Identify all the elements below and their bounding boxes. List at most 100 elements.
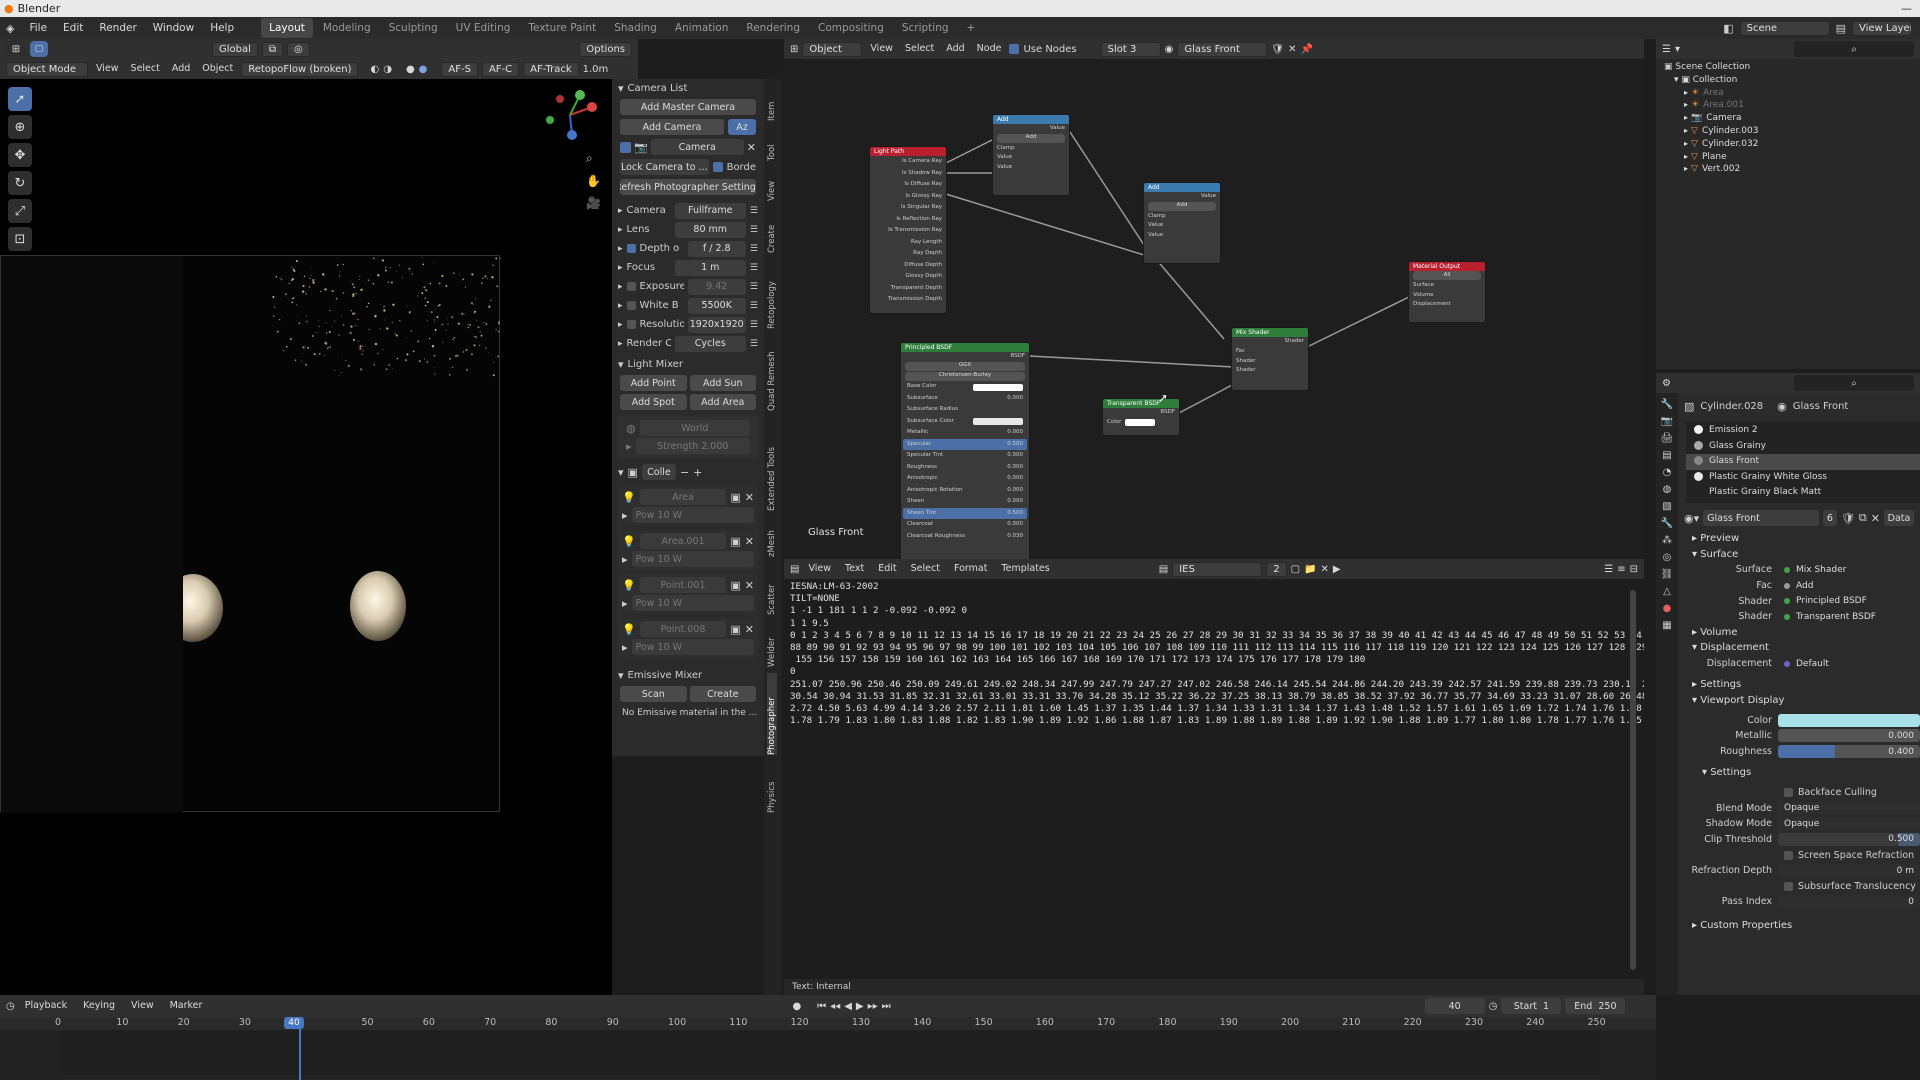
side-tab-retopology[interactable]: Retopology	[767, 259, 777, 329]
fake-user-icon[interactable]: 🛡	[1841, 512, 1855, 525]
expand-arrow-icon[interactable]: ▸	[622, 509, 628, 522]
timeline-menu-playback[interactable]: Playback	[19, 995, 73, 1017]
expand-arrow-icon[interactable]: ▸	[618, 320, 623, 330]
list-icon[interactable]: ☰	[750, 206, 758, 216]
tab-animation[interactable]: Animation	[667, 18, 737, 38]
node-menu-view[interactable]: View	[866, 38, 897, 60]
side-tab-tool[interactable]: Tool	[767, 127, 777, 161]
surface-shader-field[interactable]: Mix Shader	[1778, 563, 1920, 577]
setting-value[interactable]: 80 mm	[674, 221, 746, 238]
viewport-menu-add[interactable]: Add	[168, 58, 194, 80]
cursor-tool[interactable]: ⊕	[8, 115, 32, 139]
color-swatch[interactable]	[973, 418, 1023, 426]
node-menu-select[interactable]: Select	[901, 38, 938, 60]
next-key-icon[interactable]: ▸▸	[868, 1001, 878, 1012]
frame-cursor-label[interactable]: 40	[284, 1017, 304, 1029]
sss-translucency-row[interactable]: Subsurface Translucency	[1678, 878, 1920, 894]
transparent-bsdf-node[interactable]: Transparent BSDF BSDF Color	[1102, 398, 1180, 436]
render-tab-icon[interactable]: 📷	[1661, 416, 1673, 427]
af-c-button[interactable]: AF-C	[481, 61, 520, 77]
light-path-node[interactable]: Light Path Is Camera Ray Is Shadow Ray Is …	[869, 146, 947, 314]
outliner-item[interactable]: ▸ ▽ Cylinder.003	[1656, 125, 1920, 138]
scan-button[interactable]: Scan	[620, 686, 687, 702]
physics-tab-icon[interactable]: ◎	[1663, 552, 1672, 563]
side-tab-create[interactable]: Create	[767, 207, 777, 253]
expand-arrow-icon[interactable]: ▸	[618, 263, 623, 273]
delete-icon[interactable]: ✕	[745, 535, 754, 548]
displacement-field[interactable]: Default	[1778, 657, 1920, 671]
enable-checkbox[interactable]	[626, 320, 636, 329]
expand-arrow-icon[interactable]: ▸	[618, 301, 623, 311]
node-input-row[interactable]: Base Color	[903, 381, 1027, 393]
use-nodes-checkbox[interactable]	[1009, 44, 1020, 54]
timeline-menu-keying[interactable]: Keying	[77, 995, 121, 1017]
timeline-menu-view[interactable]: View	[125, 995, 160, 1017]
sort-az-icon[interactable]: Az	[728, 119, 756, 135]
add-spot-button[interactable]: Add Spot	[620, 394, 687, 410]
lock-camera-button[interactable]: Lock Camera to ...	[620, 159, 709, 175]
close-icon[interactable]: ✕	[1288, 44, 1296, 55]
timeline-ruler[interactable]: 0 10 20 30 50 60 70 80 90 100 110 120 130 140 150 160 17…	[0, 1017, 1656, 1030]
output-tab-icon[interactable]: 🖨	[1661, 433, 1674, 444]
duplicate-icon[interactable]: ⧉	[1859, 511, 1867, 525]
node-input-row[interactable]: Specular Tint 0.000	[903, 450, 1027, 462]
play-icon[interactable]: ▶	[856, 1001, 864, 1012]
jump-start-icon[interactable]: ⏮	[817, 1001, 826, 1012]
list-icon[interactable]: ☰	[750, 244, 758, 254]
constraints-tab-icon[interactable]: ⛓	[1661, 569, 1674, 580]
text-menu-select[interactable]: Select	[906, 558, 945, 580]
node-input-row[interactable]: Sheen Tint 0.500	[903, 507, 1027, 520]
view-gizmo-icon[interactable]: ◐	[370, 64, 379, 75]
material-slot[interactable]: Plastic Grainy Black Matt	[1686, 485, 1920, 501]
pan-hand-icon[interactable]: ✋	[586, 174, 601, 188]
expand-arrow-icon[interactable]: ▸	[618, 206, 623, 216]
pin-icon[interactable]: 📌	[1300, 44, 1312, 55]
delete-icon[interactable]: ✕	[745, 491, 754, 504]
ssr-checkbox[interactable]	[1784, 850, 1793, 860]
menu-file[interactable]: File	[22, 17, 54, 39]
volume-section[interactable]: ▸ Volume	[1678, 625, 1920, 641]
add-workspace-button[interactable]: +	[959, 18, 984, 38]
clamp-checkbox[interactable]: Clamp	[993, 144, 1069, 154]
material-datablock-field[interactable]: Glass Front	[1703, 510, 1819, 526]
side-tab-view[interactable]: View	[767, 167, 777, 201]
refraction-depth-field[interactable]: 0 m	[1778, 864, 1920, 878]
expand-arrow-icon[interactable]: ▸	[622, 641, 628, 654]
light-power[interactable]: Pow 10 W	[631, 551, 754, 567]
material-tab-icon[interactable]: ●	[1663, 603, 1672, 614]
color-swatch[interactable]	[973, 383, 1023, 391]
data-tab-icon[interactable]: △	[1663, 586, 1671, 597]
node-input-row[interactable]: Anisotropic Rotation 0.000	[903, 485, 1027, 497]
expand-arrow-icon[interactable]: ▸	[618, 339, 623, 349]
expand-arrow-icon[interactable]: ▸	[618, 244, 623, 254]
blend-mode-dropdown[interactable]: Opaque	[1778, 801, 1920, 815]
viewport-color-swatch[interactable]	[1778, 713, 1920, 727]
open-folder-icon[interactable]: 📁	[1304, 564, 1316, 575]
properties-search[interactable]: ⌕	[1794, 375, 1914, 391]
current-frame-field[interactable]: 40	[1424, 998, 1485, 1014]
clip-threshold-field[interactable]: 0.500	[1778, 832, 1920, 846]
operation-dropdown[interactable]: Add	[997, 133, 1065, 143]
view-layer-selector[interactable]: View Layer	[1852, 20, 1912, 36]
world-field[interactable]: World	[639, 420, 750, 436]
proportional-edit[interactable]: ◎	[287, 41, 310, 57]
viewport-menu-view[interactable]: View	[92, 58, 123, 80]
preview-section[interactable]: ▸ Preview	[1678, 531, 1920, 547]
transform-orientation[interactable]: Global	[212, 41, 258, 57]
outliner-item[interactable]: ▸ ☀ Area.001	[1656, 99, 1920, 112]
3d-viewport[interactable]: ➚ ⊕ ✥ ↻ ⤢ ⊡ ✎ 📐 ▣ ⌕ ✋ 🎥	[0, 79, 612, 995]
color-swatch[interactable]	[1125, 419, 1156, 427]
move-tool[interactable]: ✥	[8, 143, 32, 167]
ssr-row[interactable]: Screen Space Refraction	[1678, 847, 1920, 863]
texture-tab-icon[interactable]: ▦	[1662, 620, 1671, 631]
play-reverse-icon[interactable]: ◀	[844, 1001, 852, 1012]
material-browse-icon[interactable]: ◉▾	[1684, 512, 1699, 525]
setting-value[interactable]: 5500K	[687, 297, 746, 314]
tab-layout[interactable]: Layout	[261, 18, 313, 38]
emissive-mixer-header[interactable]: ▾ Emissive Mixer	[612, 666, 764, 684]
outliner-search[interactable]: ⌕	[1794, 41, 1914, 57]
minimize-icon[interactable]: —	[1901, 2, 1912, 15]
border-checkbox[interactable]	[712, 162, 723, 172]
viewport-display-section[interactable]: ▾ Viewport Display	[1678, 693, 1920, 709]
expand-arrow-icon[interactable]: ▸	[618, 282, 623, 292]
